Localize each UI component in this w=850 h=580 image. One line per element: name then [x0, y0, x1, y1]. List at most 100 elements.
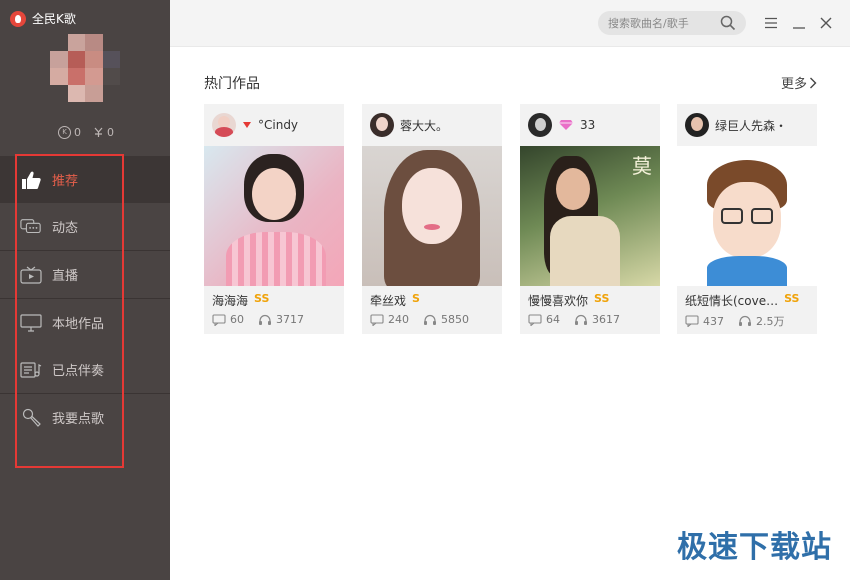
- headphones-icon: [575, 314, 587, 325]
- user-avatar[interactable]: [212, 113, 236, 137]
- heart-badge-icon: [243, 122, 251, 128]
- work-card[interactable]: 绿巨人先森・ 纸短情长(cove… SS 437 2.5万: [677, 104, 817, 334]
- headphones-icon: [424, 314, 436, 325]
- search-input[interactable]: [598, 15, 720, 31]
- listen-count: 5850: [441, 313, 469, 326]
- close-button[interactable]: [817, 14, 835, 32]
- flower-count: 0: [107, 126, 114, 139]
- flower-stat: 0: [93, 126, 114, 139]
- card-meta: 437 2.5万: [677, 309, 817, 329]
- user-avatar[interactable]: [528, 113, 552, 137]
- hamburger-icon: [765, 17, 777, 29]
- listen-count: 3717: [276, 313, 304, 326]
- app-title: 全民K歌: [32, 12, 76, 26]
- card-header: 33: [520, 104, 660, 146]
- section-title: 热门作品: [204, 76, 260, 92]
- card-meta: 240 5850: [362, 309, 502, 326]
- card-header: °Cindy: [204, 104, 344, 146]
- k-coin-stat: K 0: [58, 126, 81, 139]
- chevron-right-icon: [810, 77, 817, 88]
- comment-count: 240: [388, 313, 409, 326]
- card-username: 蓉大大。: [400, 118, 449, 133]
- user-avatar[interactable]: [370, 113, 394, 137]
- sidebar-item-feed[interactable]: 动态: [0, 203, 170, 250]
- playlist-icon: [20, 361, 42, 379]
- minimize-button[interactable]: [790, 14, 808, 32]
- comment-icon: [212, 313, 226, 326]
- sidebar-item-label: 直播: [52, 269, 79, 284]
- tv-play-icon: [20, 266, 42, 284]
- sidebar-item-label: 动态: [52, 221, 79, 236]
- headphones-icon: [739, 315, 751, 326]
- sidebar-nav: 推荐 动态 直播 本地作品 已点伴奏 我要点歌: [0, 156, 170, 441]
- sidebar-item-label: 本地作品: [52, 317, 105, 332]
- flower-icon: [94, 127, 103, 137]
- comment-icon: [685, 315, 699, 327]
- card-title: 纸短情长(cove… SS: [677, 286, 817, 309]
- more-link[interactable]: 更多: [781, 73, 817, 92]
- app-logo: 全民K歌: [10, 10, 76, 27]
- thumbs-up-icon: [20, 171, 42, 189]
- song-name: 牵丝戏: [370, 294, 407, 308]
- card-username: 33: [580, 118, 596, 132]
- card-username: 绿巨人先森・: [715, 118, 788, 133]
- score-badge: SS: [594, 292, 610, 305]
- k-coin-icon: K: [58, 126, 71, 139]
- top-bar: [170, 0, 850, 47]
- score-badge: SS: [784, 292, 800, 305]
- listen-count: 3617: [592, 313, 620, 326]
- song-name: 慢慢喜欢你: [528, 294, 589, 308]
- score-badge: SS: [254, 292, 270, 305]
- work-card[interactable]: 蓉大大。 牵丝戏 S 240 5850: [362, 104, 502, 334]
- k-coin-count: 0: [74, 126, 81, 139]
- headphones-icon: [259, 314, 271, 325]
- sidebar: 全民K歌 K 0 0 推荐 动态 直播 本地作品 已点伴奏 我要点歌: [0, 0, 170, 580]
- sidebar-item-local-works[interactable]: 本地作品: [0, 299, 170, 346]
- comment-icon: [528, 313, 542, 326]
- work-card[interactable]: 33 莫 慢慢喜欢你 SS 64 3617: [520, 104, 660, 334]
- close-icon: [820, 17, 832, 29]
- sidebar-item-label: 已点伴奏: [52, 364, 105, 379]
- card-header: 蓉大大。: [362, 104, 502, 146]
- user-avatar[interactable]: [50, 34, 120, 102]
- song-name: 海海海: [212, 294, 249, 308]
- cover-image[interactable]: 莫: [520, 146, 660, 286]
- user-stats: K 0 0: [58, 126, 114, 139]
- sidebar-item-live[interactable]: 直播: [0, 251, 170, 298]
- cover-image[interactable]: [362, 146, 502, 286]
- microphone-icon: [20, 408, 42, 427]
- card-title: 海海海 SS: [204, 286, 344, 309]
- site-watermark: 极速下载站: [677, 530, 832, 565]
- card-header: 绿巨人先森・: [677, 104, 817, 146]
- user-avatar[interactable]: [685, 113, 709, 137]
- sidebar-item-label: 推荐: [52, 174, 79, 189]
- comment-count: 64: [546, 313, 560, 326]
- comment-count: 60: [230, 313, 244, 326]
- song-name: 纸短情长(cove…: [685, 294, 779, 308]
- listen-count: 2.5万: [756, 315, 785, 328]
- work-card[interactable]: °Cindy 海海海 SS 60 3717: [204, 104, 344, 334]
- sidebar-item-label: 我要点歌: [52, 412, 105, 427]
- menu-button[interactable]: [762, 14, 780, 32]
- minimize-icon: [793, 27, 805, 29]
- card-title: 慢慢喜欢你 SS: [520, 286, 660, 309]
- cover-calligraphy: 莫: [632, 154, 652, 178]
- score-badge: S: [412, 292, 420, 305]
- monitor-icon: [20, 313, 42, 332]
- sidebar-item-recommend[interactable]: 推荐: [0, 156, 170, 203]
- sidebar-item-request-song[interactable]: 我要点歌: [0, 394, 170, 441]
- card-username: °Cindy: [258, 118, 299, 132]
- cover-image[interactable]: [204, 146, 344, 286]
- card-meta: 60 3717: [204, 309, 344, 326]
- diamond-icon: [559, 120, 573, 130]
- k-song-logo-icon: [10, 10, 26, 27]
- sidebar-item-ordered-accompaniment[interactable]: 已点伴奏: [0, 346, 170, 393]
- comment-icon: [370, 313, 384, 326]
- cover-image[interactable]: [677, 146, 817, 286]
- search-icon[interactable]: [720, 15, 736, 31]
- comment-count: 437: [703, 314, 724, 328]
- more-label: 更多: [780, 77, 807, 92]
- search-box: [598, 11, 746, 35]
- card-meta: 64 3617: [520, 309, 660, 326]
- chat-bubbles-icon: [20, 218, 42, 236]
